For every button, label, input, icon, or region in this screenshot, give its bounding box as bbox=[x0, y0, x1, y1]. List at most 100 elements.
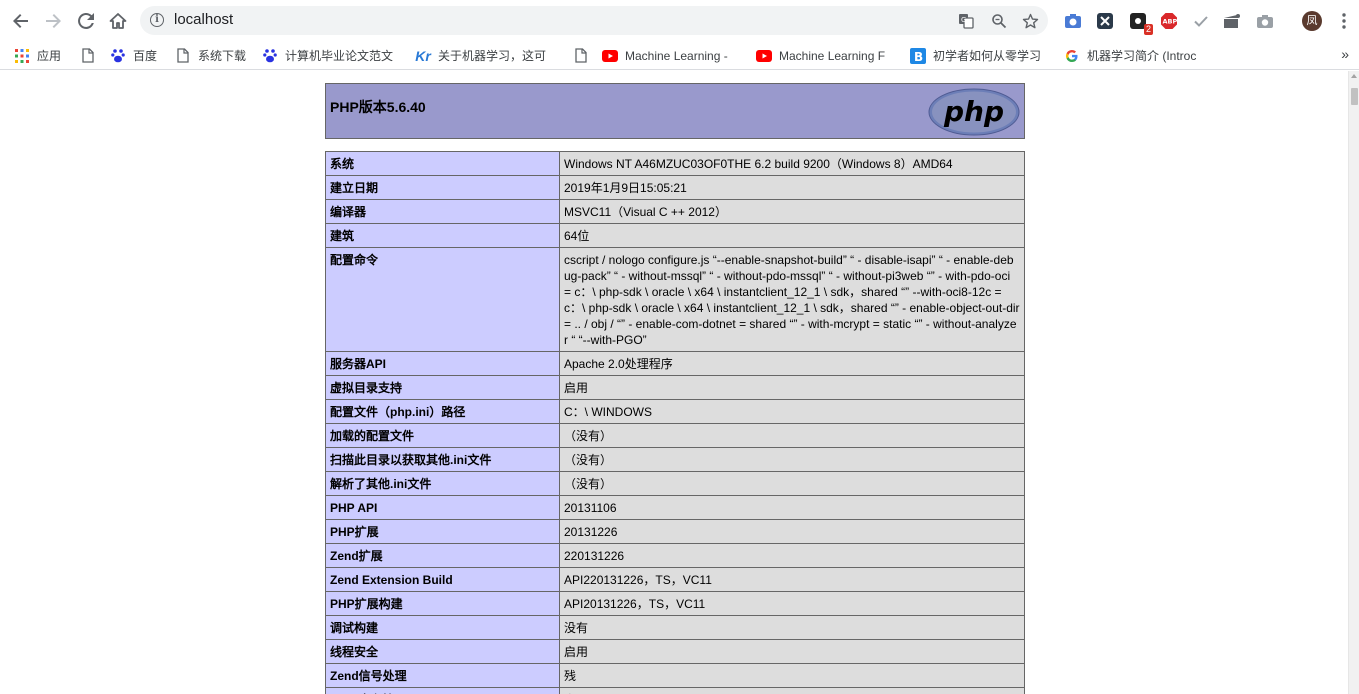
bookmark-ml-intro[interactable]: 机器学习简介 (Introc bbox=[1064, 46, 1204, 65]
info-value: MSVC11（Visual C ++ 2012） bbox=[559, 199, 1025, 224]
svg-text:ABP: ABP bbox=[1163, 18, 1178, 26]
google-g-icon bbox=[1064, 48, 1080, 64]
php-version-header: PHP版本5.6.40 php bbox=[325, 83, 1025, 139]
zoom-icon[interactable] bbox=[990, 12, 1008, 30]
info-key: Zend信号处理 bbox=[325, 663, 560, 688]
info-row: Zend内存管理器启用 bbox=[325, 687, 1025, 694]
back-button[interactable] bbox=[8, 8, 34, 34]
svg-text:B: B bbox=[914, 50, 923, 64]
info-key: 服务器API bbox=[325, 351, 560, 376]
info-key: PHP API bbox=[325, 495, 560, 520]
info-key: Zend扩展 bbox=[325, 543, 560, 568]
clapper-extension-icon[interactable] bbox=[1222, 11, 1242, 31]
x-extension-icon[interactable] bbox=[1095, 11, 1115, 31]
info-value: 220131226 bbox=[559, 543, 1025, 568]
adblock-extension-icon[interactable]: ABP bbox=[1159, 11, 1179, 31]
info-row: PHP API 20131106 bbox=[325, 495, 1025, 520]
info-value: cscript / nologo configure.js “--enable-… bbox=[559, 247, 1025, 352]
info-row: 建立日期 2019年1月9日15:05:21 bbox=[325, 175, 1025, 200]
info-key: 解析了其他.ini文件 bbox=[325, 471, 560, 496]
bookmark-star-icon[interactable] bbox=[1021, 12, 1039, 30]
scroll-thumb[interactable] bbox=[1351, 88, 1358, 105]
info-key: 线程安全 bbox=[325, 639, 560, 664]
info-row: 编译器 MSVC11（Visual C ++ 2012） bbox=[325, 199, 1025, 224]
scroll-up-arrow-icon[interactable] bbox=[1351, 74, 1357, 78]
browser-menu-button[interactable] bbox=[1334, 11, 1354, 31]
bookmark-label: 应用 bbox=[37, 49, 62, 63]
info-value: 启用 bbox=[559, 687, 1025, 694]
reload-icon bbox=[78, 12, 94, 29]
bookmarks-overflow-chevron-icon[interactable]: » bbox=[1341, 46, 1349, 62]
back-arrow-icon bbox=[13, 14, 28, 28]
info-row: 加载的配置文件 （没有） bbox=[325, 423, 1025, 448]
address-url[interactable]: localhost bbox=[174, 11, 233, 28]
kebab-menu-icon bbox=[1342, 13, 1346, 29]
bookmark-page[interactable] bbox=[80, 46, 103, 65]
page-viewport: PHP版本5.6.40 php 系统 Windows NT A46MZUC03OF… bbox=[0, 71, 1348, 694]
extension-badge: 2 bbox=[1143, 24, 1153, 35]
forward-button[interactable] bbox=[40, 8, 66, 34]
info-value: C：\ WINDOWS bbox=[559, 399, 1025, 424]
info-key: 调试构建 bbox=[325, 615, 560, 640]
bookmark-page-2[interactable] bbox=[573, 46, 596, 65]
info-value: Windows NT A46MZUC03OF0THE 6.2 build 920… bbox=[559, 151, 1025, 176]
php-info-table: 系统 Windows NT A46MZUC03OF0THE 6.2 build 9… bbox=[325, 151, 1025, 694]
site-info-icon[interactable]: i bbox=[150, 13, 164, 27]
info-key: PHP扩展构建 bbox=[325, 591, 560, 616]
info-row: 解析了其他.ini文件 （没有） bbox=[325, 471, 1025, 496]
page-icon bbox=[573, 48, 589, 64]
reload-button[interactable] bbox=[73, 8, 99, 34]
info-key: 建立日期 bbox=[325, 175, 560, 200]
address-bar[interactable]: i localhost G bbox=[140, 6, 1048, 35]
info-row: PHP扩展 20131226 bbox=[325, 519, 1025, 544]
info-key: 建筑 bbox=[325, 223, 560, 248]
info-row: 系统 Windows NT A46MZUC03OF0THE 6.2 build 9… bbox=[325, 151, 1025, 176]
bookmark-thesis[interactable]: 计算机毕业论文范文 bbox=[262, 46, 394, 65]
info-row: 虚拟目录支持 启用 bbox=[325, 375, 1025, 400]
bookmark-system-download[interactable]: 系统下载 bbox=[175, 46, 246, 65]
info-value: 20131226 bbox=[559, 519, 1025, 544]
info-key: 加载的配置文件 bbox=[325, 423, 560, 448]
browser-toolbar: i localhost G 2 ABP 凤 bbox=[0, 0, 1359, 41]
bookmark-beginner[interactable]: B 初学者如何从零学习 bbox=[910, 46, 1050, 65]
info-row: 配置文件（php.ini）路径 C：\ WINDOWS bbox=[325, 399, 1025, 424]
bookmark-label: 系统下载 bbox=[198, 49, 247, 63]
info-row: 调试构建 没有 bbox=[325, 615, 1025, 640]
info-value: Apache 2.0处理程序 bbox=[559, 351, 1025, 376]
info-row: 建筑 64位 bbox=[325, 223, 1025, 248]
bookmark-label: 关于机器学习，这可 bbox=[438, 49, 547, 63]
camera-extension-icon[interactable] bbox=[1255, 11, 1275, 31]
evernote-extension-icon[interactable]: 2 bbox=[1128, 11, 1153, 35]
baidu-paw-icon bbox=[110, 48, 126, 64]
home-button[interactable] bbox=[105, 8, 131, 34]
bookmark-ml-video-2[interactable]: Machine Learning F bbox=[756, 46, 892, 65]
info-key: 配置文件（php.ini）路径 bbox=[325, 399, 560, 424]
info-key: 编译器 bbox=[325, 199, 560, 224]
info-row: Zend信号处理残 bbox=[325, 663, 1025, 688]
translate-icon[interactable]: G bbox=[957, 12, 975, 30]
info-value: （没有） bbox=[559, 423, 1025, 448]
page-icon bbox=[80, 48, 96, 64]
avatar-letter: 凤 bbox=[1302, 11, 1322, 31]
bookmarks-bar: 应用 百度 系统下载 计算机毕业论文范文 Kr 关于机器学习，这可 Machin… bbox=[0, 41, 1359, 70]
info-value: 没有 bbox=[559, 615, 1025, 640]
bookmark-label: Machine Learning - bbox=[625, 48, 728, 63]
checkmark-extension-icon[interactable] bbox=[1191, 11, 1211, 31]
bookmark-ml-video-1[interactable]: Machine Learning - bbox=[602, 46, 738, 65]
profile-avatar[interactable]: 凤 bbox=[1302, 11, 1322, 31]
bookmark-apps[interactable]: 应用 bbox=[14, 46, 61, 65]
page-title: PHP版本5.6.40 bbox=[330, 99, 426, 115]
baidu-paw-icon bbox=[262, 48, 278, 64]
page-scrollbar[interactable] bbox=[1348, 71, 1359, 694]
page-icon bbox=[175, 48, 191, 64]
svg-text:G: G bbox=[961, 16, 966, 24]
screenshot-extension-icon[interactable] bbox=[1063, 11, 1083, 31]
bookmark-label: 机器学习简介 (Introc bbox=[1087, 49, 1197, 63]
bookmark-ml-article[interactable]: Kr 关于机器学习，这可 bbox=[415, 46, 555, 65]
bookmark-label: 初学者如何从零学习 bbox=[933, 49, 1042, 63]
info-key: 虚拟目录支持 bbox=[325, 375, 560, 400]
info-key: 系统 bbox=[325, 151, 560, 176]
kr-icon: Kr bbox=[415, 47, 431, 64]
info-value: 2019年1月9日15:05:21 bbox=[559, 175, 1025, 200]
bookmark-baidu[interactable]: 百度 bbox=[110, 46, 157, 65]
